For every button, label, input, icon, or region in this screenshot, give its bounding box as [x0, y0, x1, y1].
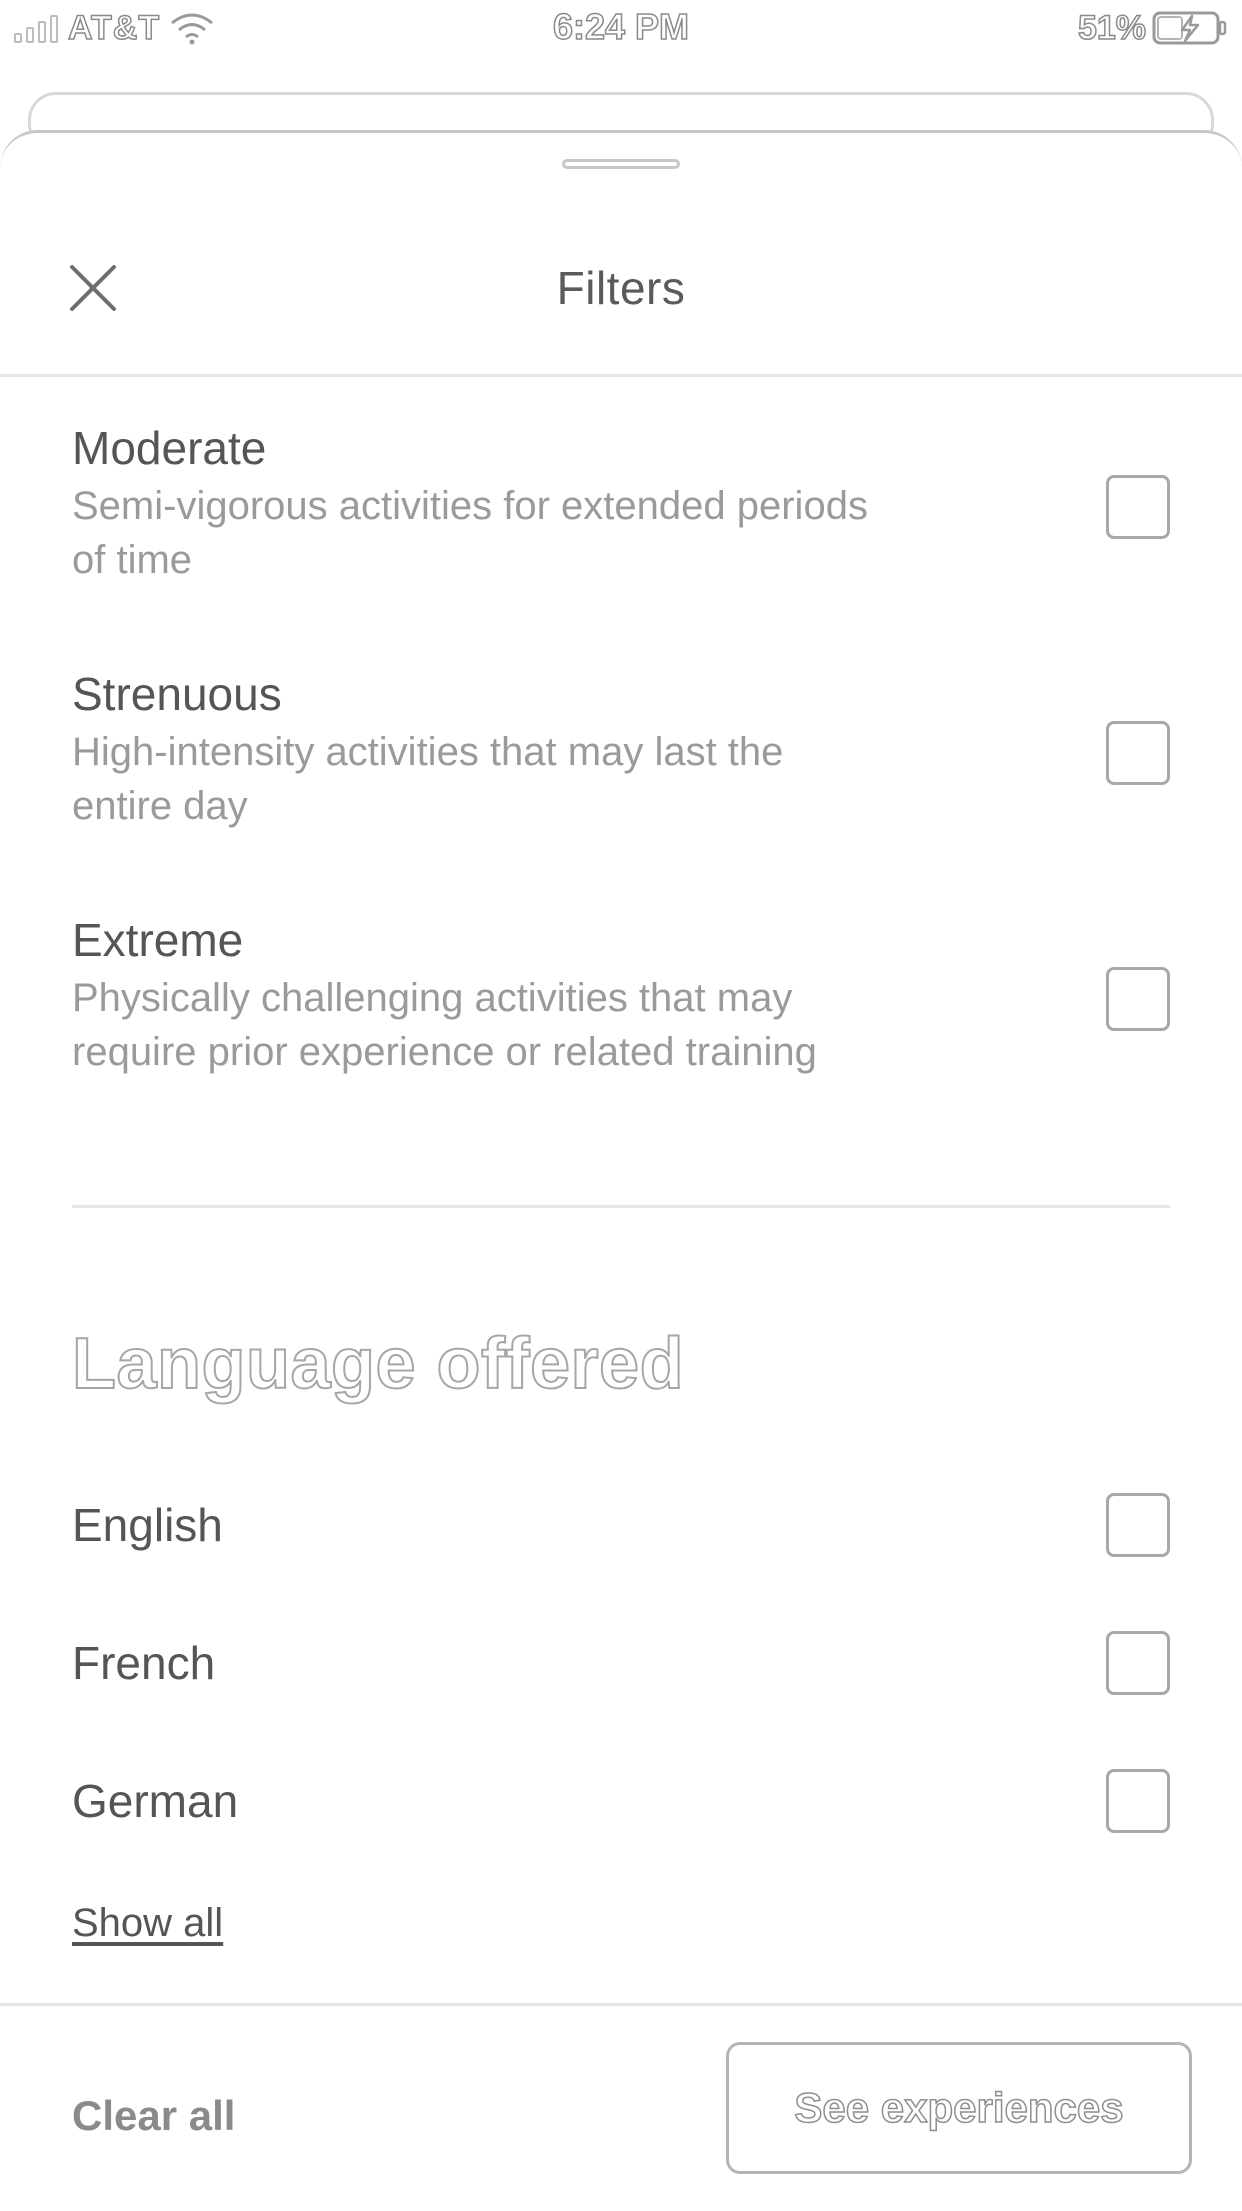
- see-experiences-button[interactable]: See experiences: [726, 2042, 1192, 2174]
- section-heading-language: Language offered: [71, 1323, 685, 1405]
- option-description: High-intensity activities that may last …: [72, 730, 784, 828]
- checkbox-strenuous[interactable]: [1106, 721, 1170, 785]
- option-title: Extreme: [72, 914, 244, 966]
- checkbox-german[interactable]: [1106, 1769, 1170, 1833]
- checkbox-extreme[interactable]: [1106, 967, 1170, 1031]
- battery-charging-icon: [1152, 11, 1227, 45]
- section-divider: [72, 1205, 1170, 1208]
- page-title: Filters: [556, 262, 686, 314]
- battery-percentage: 51%: [1077, 8, 1147, 48]
- option-description: Semi-vigorous activities for extended pe…: [72, 484, 868, 582]
- status-right: 51%: [1077, 8, 1228, 48]
- checkbox-english[interactable]: [1106, 1493, 1170, 1557]
- show-all-link[interactable]: Show all: [72, 1901, 223, 1946]
- filter-option-extreme[interactable]: Extreme Physically challenging activitie…: [72, 911, 1170, 1079]
- language-option-french[interactable]: French: [72, 1631, 1170, 1695]
- language-option-german[interactable]: German: [72, 1769, 1170, 1833]
- status-bar: AT&T 6:24 PM 51%: [0, 0, 1242, 60]
- option-title: Strenuous: [72, 668, 282, 720]
- language-label: French: [72, 1637, 216, 1689]
- option-title: Moderate: [72, 422, 267, 474]
- language-option-english[interactable]: English: [72, 1493, 1170, 1557]
- language-label: English: [72, 1499, 223, 1551]
- option-description: Physically challenging activities that m…: [72, 976, 817, 1074]
- filter-option-moderate[interactable]: Moderate Semi-vigorous activities for ex…: [72, 419, 1170, 587]
- language-label: German: [72, 1775, 239, 1827]
- clear-all-button[interactable]: Clear all: [72, 2092, 235, 2140]
- checkbox-french[interactable]: [1106, 1631, 1170, 1695]
- checkbox-moderate[interactable]: [1106, 475, 1170, 539]
- sheet-header: Filters: [0, 133, 1242, 377]
- sheet-footer: Clear all See experiences: [0, 2003, 1242, 2211]
- status-time: 6:24 PM: [552, 5, 690, 48]
- filters-sheet: Filters Moderate Semi-vigorous activitie…: [0, 130, 1242, 2208]
- filter-option-strenuous[interactable]: Strenuous High-intensity activities that…: [72, 665, 1170, 833]
- see-experiences-label: See experiences: [794, 2083, 1125, 2132]
